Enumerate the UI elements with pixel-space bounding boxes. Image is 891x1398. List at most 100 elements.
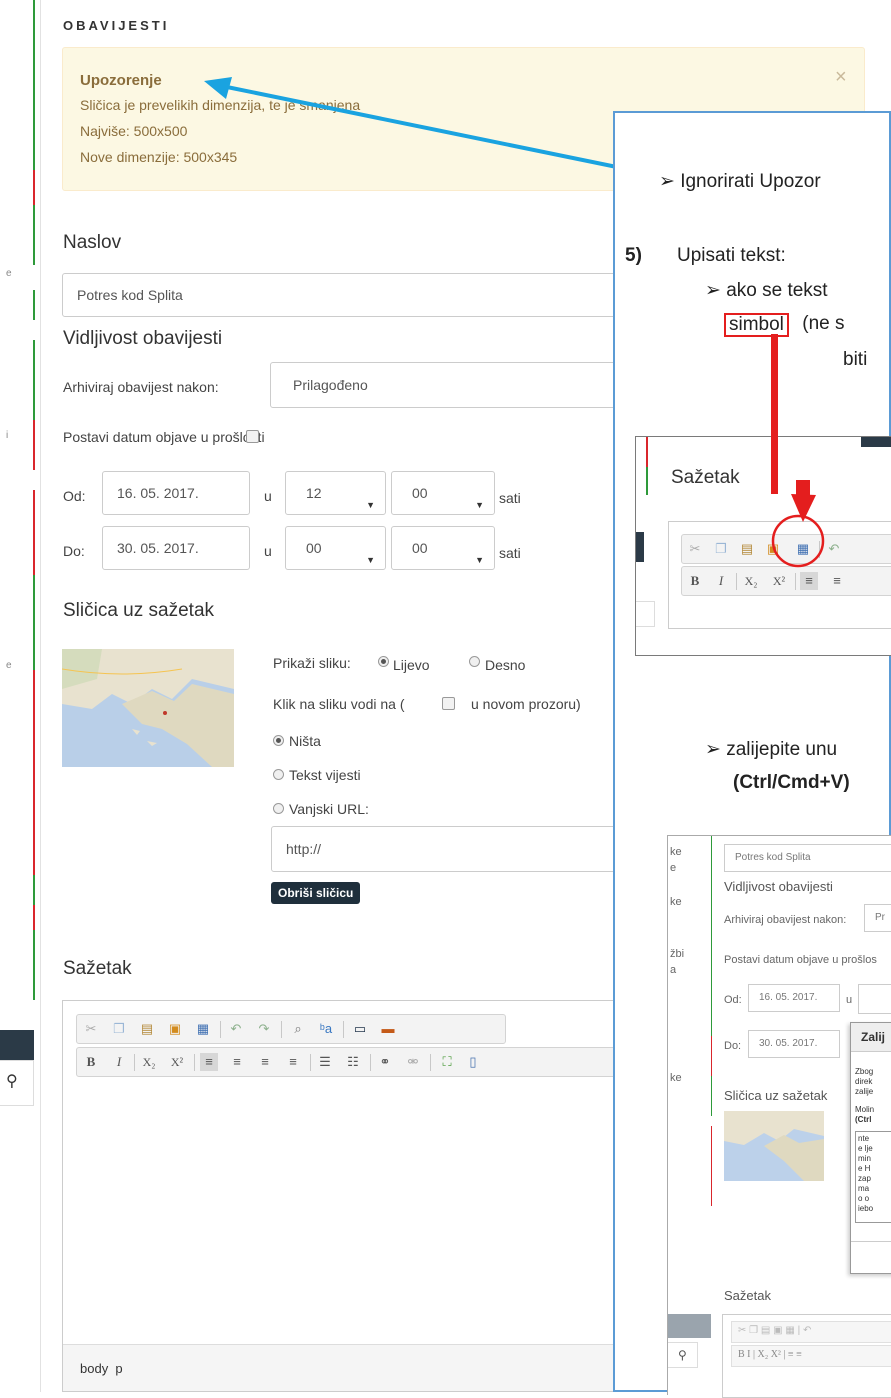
screenshot-summary-heading: Sažetak — [671, 467, 740, 488]
show-image-label: Prikaži sliku: — [273, 655, 351, 671]
dialog-text: Molin — [855, 1105, 875, 1114]
to-minute-select[interactable]: 00 ▼ — [391, 526, 495, 570]
ss-from-date: 16. 05. 2017. — [748, 984, 840, 1012]
sidebar-dark-bar — [0, 1030, 34, 1060]
paste-text-icon: ▣ — [766, 541, 780, 556]
alert-title: Upozorenje — [80, 72, 162, 89]
to-hour-select[interactable]: 00 ▼ — [285, 526, 386, 570]
table-icon[interactable]: ▯ — [464, 1053, 482, 1071]
align-justify-icon[interactable]: ≡ — [284, 1053, 302, 1071]
html-icon[interactable]: ▬ — [379, 1020, 397, 1038]
from-hour-select[interactable]: 12 ▼ — [285, 471, 386, 515]
screenshot-toolbar: Sažetak ✂ ❐ ▤ ▣ ▦ ↶ B I X₂ X² ≡ ≡ — [635, 436, 891, 656]
url-input[interactable]: http:// — [271, 826, 621, 872]
radio-right-label: Desno — [485, 657, 526, 673]
select-all-icon[interactable]: ▭ — [351, 1020, 369, 1038]
replace-icon[interactable]: ᵇa — [317, 1020, 335, 1038]
ss-summary: Sažetak — [724, 1288, 771, 1303]
paste-text-icon[interactable]: ▣ — [166, 1020, 184, 1038]
align-right-icon[interactable]: ≡ — [256, 1053, 274, 1071]
status-track-green — [33, 930, 35, 1000]
simbol-highlight: simbol — [724, 313, 789, 337]
paste-icon[interactable]: ▤ — [138, 1020, 156, 1038]
align-left-icon: ≡ — [800, 572, 818, 590]
editor-toolbar-row1: ✂ ❐ ▤ ▣ ▦ ↶ ↷ ⌕ ᵇa ▭ ▬ — [76, 1014, 506, 1044]
chevron-down-icon: ▼ — [475, 555, 484, 565]
status-track-green — [33, 575, 35, 670]
chevron-down-icon: ▼ — [366, 500, 375, 510]
copy-icon[interactable]: ❐ — [110, 1020, 128, 1038]
sidebar-search-button[interactable]: ⚲ — [0, 1060, 34, 1106]
title-input[interactable]: Potres kod Splita — [62, 273, 622, 317]
radio-nothing-label: Ništa — [289, 733, 321, 749]
side-label: a — [670, 964, 677, 976]
find-icon[interactable]: ⌕ — [289, 1020, 307, 1038]
subscript-icon[interactable]: X₂ — [140, 1053, 158, 1071]
undo-icon[interactable]: ↶ — [227, 1020, 245, 1038]
unlink-icon[interactable]: ⚮ — [404, 1053, 422, 1071]
bullet-list-icon[interactable]: ☷ — [344, 1053, 362, 1071]
radio-right[interactable] — [469, 656, 480, 667]
radio-left[interactable] — [378, 656, 389, 667]
thumbnail-heading: Sličica uz sažetak — [63, 600, 215, 621]
element-path: body p — [80, 1361, 123, 1376]
status-track-green — [33, 875, 35, 905]
align-left-icon[interactable]: ≡ — [200, 1053, 218, 1071]
from-minute-select[interactable]: 00 ▼ — [391, 471, 495, 515]
redo-icon[interactable]: ↷ — [255, 1020, 273, 1038]
maximize-icon[interactable]: ⛶ — [438, 1053, 456, 1071]
from-date-input[interactable]: 16. 05. 2017. — [102, 471, 250, 515]
to-label: Do: — [63, 543, 85, 559]
radio-news-text[interactable] — [273, 769, 284, 780]
to-date-input[interactable]: 30. 05. 2017. — [102, 526, 250, 570]
title-label: Naslov — [63, 232, 122, 253]
archive-select[interactable]: Prilagođeno — [270, 362, 620, 408]
from-date-value: 16. 05. 2017. — [117, 485, 199, 501]
side-letter: i — [6, 430, 9, 441]
bold-icon: B — [690, 573, 700, 588]
map-thumbnail[interactable] — [61, 649, 234, 767]
side-label: žbi — [670, 948, 685, 960]
ss-visibility: Vidljivost obavijesti — [724, 879, 833, 894]
ss-editor: ✂ ❐ ▤ ▣ ▦ | ↶ B I | X₂ X² | ≡ ≡ — [722, 1314, 891, 1398]
ss-to-date: 30. 05. 2017. — [748, 1030, 840, 1058]
instruction-bullet-paste: ➢ zalijepite unu — [705, 739, 838, 760]
ss-at: u — [846, 994, 853, 1006]
step-number: 5) — [625, 245, 642, 266]
cut-icon[interactable]: ✂ — [82, 1020, 100, 1038]
radio-news-text-label: Tekst vijesti — [289, 767, 361, 783]
numbered-list-icon[interactable]: ☰ — [316, 1053, 334, 1071]
delete-thumbnail-button[interactable]: Obriši sličicu — [271, 882, 361, 904]
to-date-value: 30. 05. 2017. — [117, 540, 199, 556]
link-icon[interactable]: ⚭ — [376, 1053, 394, 1071]
status-track-red — [33, 670, 35, 875]
dialog-text: (Ctrl — [855, 1115, 872, 1124]
dialog-text: zalije — [855, 1087, 874, 1096]
at-label: u — [264, 488, 272, 504]
status-track-red — [33, 420, 35, 470]
side-letter: e — [6, 660, 12, 671]
new-window-label: u novom prozoru) — [471, 696, 581, 712]
close-icon[interactable]: × — [835, 66, 847, 89]
paste-word-icon[interactable]: ▦ — [194, 1020, 212, 1038]
hours-label: sati — [499, 490, 521, 506]
new-window-checkbox[interactable] — [442, 697, 455, 710]
chevron-down-icon: ▼ — [366, 555, 375, 565]
bold-icon[interactable]: B — [82, 1053, 100, 1071]
paste-word-icon: ▦ — [796, 541, 810, 556]
past-date-checkbox[interactable] — [246, 430, 259, 443]
ss-to: Do: — [724, 1040, 742, 1052]
radio-external-url[interactable] — [273, 803, 284, 814]
italic-icon[interactable]: I — [110, 1053, 128, 1071]
radio-nothing[interactable] — [273, 735, 284, 746]
radio-left-label: Lijevo — [393, 657, 430, 673]
superscript-icon: X² — [772, 574, 786, 588]
status-track-green — [33, 205, 35, 265]
chevron-down-icon: ▼ — [475, 500, 484, 510]
status-track-green — [33, 0, 35, 170]
instruction-cont: (ne s — [797, 313, 845, 334]
search-icon: ⚲ — [6, 1073, 18, 1090]
align-center-icon[interactable]: ≡ — [228, 1053, 246, 1071]
superscript-icon[interactable]: X² — [168, 1053, 186, 1071]
screenshot-editor: ✂ ❐ ▤ ▣ ▦ ↶ B I X₂ X² ≡ ≡ — [668, 521, 891, 629]
